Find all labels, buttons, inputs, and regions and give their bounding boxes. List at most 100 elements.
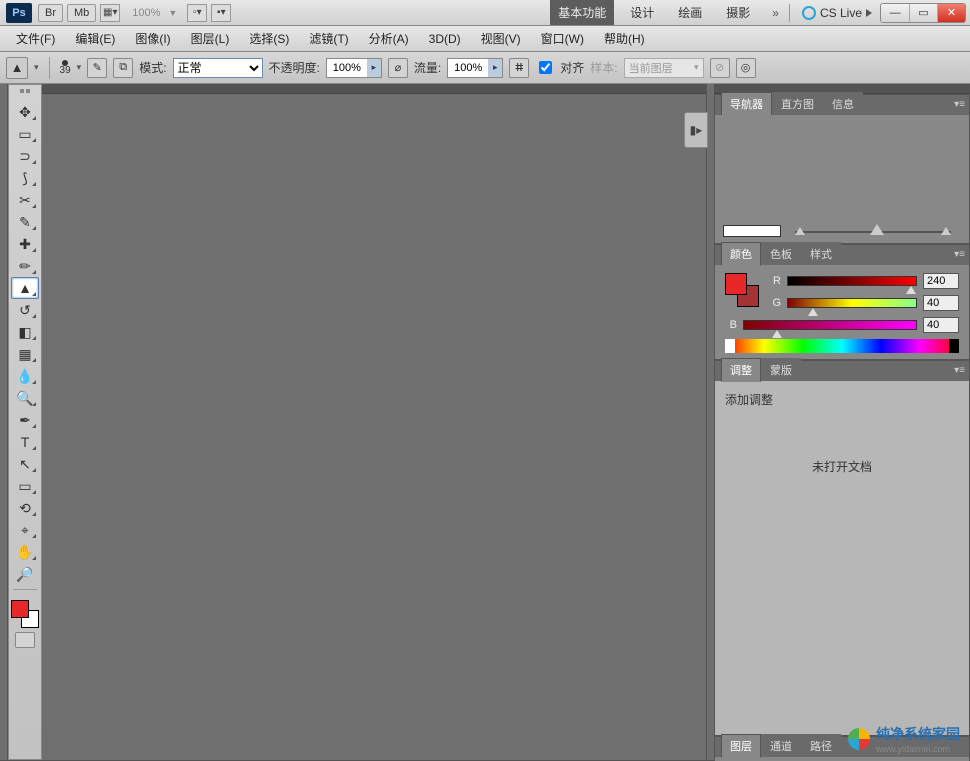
clone-stamp-tool[interactable]: ▲	[11, 277, 39, 299]
workspace-tab-essentials[interactable]: 基本功能	[550, 0, 614, 25]
eraser-tool[interactable]: ◧	[11, 321, 39, 343]
dodge-tool[interactable]: 🔍	[11, 387, 39, 409]
sample-select[interactable]: 当前图层▾	[624, 58, 704, 78]
extras-icon[interactable]: ▪▾	[211, 4, 231, 22]
panel-foreground-swatch[interactable]	[725, 273, 747, 295]
maximize-button[interactable]: ▭	[909, 4, 937, 22]
type-tool[interactable]: T	[11, 431, 39, 453]
right-dock-edge[interactable]	[706, 84, 714, 760]
pen-tool[interactable]: ✒	[11, 409, 39, 431]
menu-3d[interactable]: 3D(D)	[419, 29, 471, 49]
tab-navigator[interactable]: 导航器	[721, 92, 772, 116]
screen-mode-icon[interactable]: ▫▾	[187, 4, 207, 22]
watermark-url: www.yidaimei.com	[876, 744, 960, 754]
menu-analysis[interactable]: 分析(A)	[359, 27, 419, 50]
tab-masks[interactable]: 蒙版	[761, 358, 801, 381]
quick-select-tool[interactable]: ⟆	[11, 167, 39, 189]
menu-edit[interactable]: 编辑(E)	[65, 27, 125, 50]
tab-layers[interactable]: 图层	[721, 734, 761, 758]
zoom-tool[interactable]: 🔎	[11, 563, 39, 585]
move-tool[interactable]: ✥	[11, 101, 39, 123]
menu-file[interactable]: 文件(F)	[6, 27, 65, 50]
healing-brush-tool[interactable]: ✚	[11, 233, 39, 255]
channel-value-g[interactable]	[923, 295, 959, 311]
menu-select[interactable]: 选择(S)	[239, 27, 299, 50]
3d-tool[interactable]: ⟲	[11, 497, 39, 519]
channel-slider-b[interactable]	[743, 320, 917, 330]
channel-value-b[interactable]	[923, 317, 959, 333]
channel-value-r[interactable]	[923, 273, 959, 289]
channel-slider-g[interactable]	[787, 298, 917, 308]
hand-tool[interactable]: ✋	[11, 541, 39, 563]
close-button[interactable]: ✕	[937, 4, 965, 22]
crop-tool[interactable]: ✂	[11, 189, 39, 211]
panel-menu-icon[interactable]: ▾≡	[954, 249, 965, 260]
tablet-pressure-button[interactable]: ◎	[736, 58, 756, 78]
menu-window[interactable]: 窗口(W)	[531, 27, 594, 50]
workspace-tab-painting[interactable]: 绘画	[670, 0, 710, 25]
workspace-more-icon[interactable]: »	[766, 6, 785, 20]
ignore-adjust-button[interactable]: ⊘	[710, 58, 730, 78]
panel-menu-icon[interactable]: ▾≡	[954, 99, 965, 110]
brush-tool[interactable]: ✏	[11, 255, 39, 277]
channel-slider-r[interactable]	[787, 276, 917, 286]
nav-zoom-value[interactable]	[723, 225, 781, 237]
adjustments-empty-state: 未打开文档	[715, 418, 969, 735]
menu-filter[interactable]: 滤镜(T)	[299, 27, 358, 50]
brush-preset[interactable]: 39	[60, 60, 71, 76]
minibridge-button[interactable]: Mb	[67, 4, 96, 22]
nav-zoom-slider[interactable]	[795, 231, 951, 233]
quickmask-button[interactable]	[15, 632, 35, 648]
color-ramp[interactable]	[725, 339, 959, 353]
tab-info[interactable]: 信息	[823, 92, 863, 115]
aligned-checkbox[interactable]	[539, 61, 552, 74]
blend-mode-select[interactable]: 正常	[173, 58, 263, 78]
menu-help[interactable]: 帮助(H)	[594, 27, 655, 50]
menu-layer[interactable]: 图层(L)	[181, 27, 240, 50]
tab-histogram[interactable]: 直方图	[772, 92, 823, 115]
tools-panel: ✥ ▭ ⊃ ⟆ ✂ ✎ ✚ ✏ ▲ ↺ ◧ ▦ 💧 🔍 ✒ T ↖ ▭ ⟲ ⌖ …	[8, 84, 42, 760]
channel-row-r: R	[769, 273, 959, 289]
workspace-tab-photography[interactable]: 摄影	[718, 0, 758, 25]
foreground-swatch[interactable]	[11, 600, 29, 618]
airbrush-button[interactable]: ⵌ	[509, 58, 529, 78]
tab-color[interactable]: 颜色	[721, 242, 761, 266]
menu-image[interactable]: 图像(I)	[125, 27, 180, 50]
blur-tool[interactable]: 💧	[11, 365, 39, 387]
tab-swatches[interactable]: 色板	[761, 242, 801, 265]
opacity-pressure-button[interactable]: ⌀	[388, 58, 408, 78]
brush-panel-button[interactable]: ✎	[87, 58, 107, 78]
lasso-tool[interactable]: ⊃	[11, 145, 39, 167]
gradient-tool[interactable]: ▦	[11, 343, 39, 365]
active-tool-icon[interactable]: ▲	[6, 57, 28, 79]
channel-label: B	[725, 319, 737, 331]
flow-input[interactable]: ▸	[447, 58, 503, 78]
tab-channels[interactable]: 通道	[761, 734, 801, 757]
eyedropper-tool[interactable]: ✎	[11, 211, 39, 233]
opacity-input[interactable]: ▸	[326, 58, 382, 78]
arrange-docs-icon[interactable]: ▦▾	[100, 4, 120, 22]
3d-camera-tool[interactable]: ⌖	[11, 519, 39, 541]
tab-paths[interactable]: 路径	[801, 734, 841, 757]
marquee-tool[interactable]: ▭	[11, 123, 39, 145]
color-swatches[interactable]	[11, 600, 39, 628]
tab-adjustments[interactable]: 调整	[721, 358, 761, 382]
chevron-down-icon	[866, 9, 872, 17]
bridge-button[interactable]: Br	[38, 4, 63, 22]
history-brush-tool[interactable]: ↺	[11, 299, 39, 321]
watermark-logo-icon	[848, 728, 870, 750]
menu-view[interactable]: 视图(V)	[471, 27, 531, 50]
panel-grip[interactable]	[11, 89, 39, 97]
workspace-tab-design[interactable]: 设计	[622, 0, 662, 25]
panel-menu-icon[interactable]: ▾≡	[954, 365, 965, 376]
options-bar: ▲ ▾ 39 ▾ ✎ ⧉ 模式: 正常 不透明度: ▸ ⌀ 流量: ▸ ⵌ 对齐…	[0, 52, 970, 84]
clone-source-button[interactable]: ⧉	[113, 58, 133, 78]
tab-styles[interactable]: 样式	[801, 242, 841, 265]
shape-tool[interactable]: ▭	[11, 475, 39, 497]
minimize-button[interactable]: —	[881, 4, 909, 22]
cslive-button[interactable]: CS Live	[802, 6, 872, 20]
color-swatch-pair[interactable]	[725, 273, 759, 307]
collapse-panels-button[interactable]: ▮▸	[684, 112, 708, 148]
path-select-tool[interactable]: ↖	[11, 453, 39, 475]
left-dock-edge[interactable]	[0, 84, 8, 760]
